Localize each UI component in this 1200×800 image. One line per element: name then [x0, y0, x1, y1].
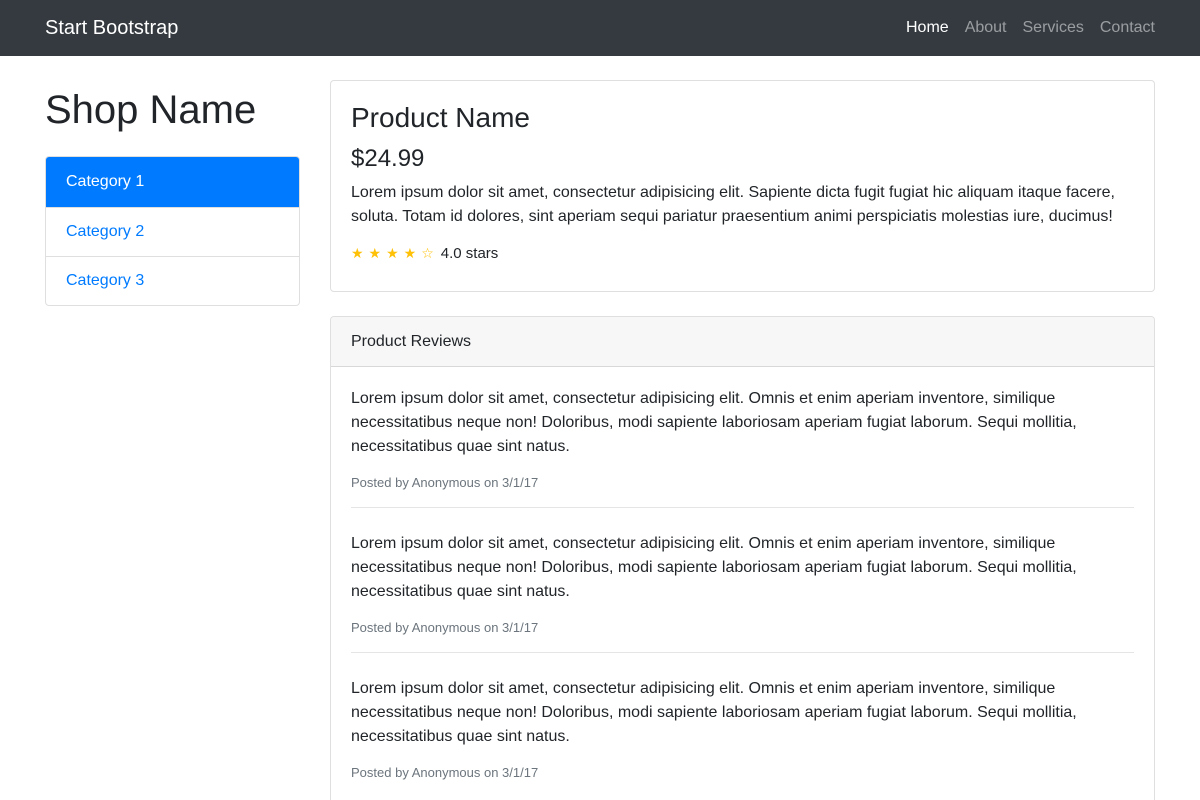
product-rating: ★★★★☆ 4.0 stars: [351, 245, 1134, 262]
review-divider: [351, 507, 1134, 508]
rating-label: 4.0 stars: [440, 245, 499, 263]
review-text: Lorem ipsum dolor sit amet, consectetur …: [351, 535, 1077, 600]
review-item: Lorem ipsum dolor sit amet, consectetur …: [351, 387, 1134, 532]
product-price: $24.99: [351, 144, 425, 172]
review-item: Lorem ipsum dolor sit amet, consectetur …: [351, 532, 1134, 677]
main-content: Product Name $24.99 Lorem ipsum dolor si…: [330, 80, 1155, 800]
category-item-2[interactable]: Category 2: [46, 207, 299, 256]
brand-link[interactable]: Start Bootstrap: [45, 17, 178, 40]
reviews-card: Product Reviews Lorem ipsum dolor sit am…: [330, 316, 1155, 800]
product-card: Product Name $24.99 Lorem ipsum dolor si…: [330, 80, 1155, 292]
nav-link-services[interactable]: Services: [1023, 19, 1084, 37]
review-item: Lorem ipsum dolor sit amet, consectetur …: [351, 677, 1134, 800]
sidebar: Shop Name Category 1 Category 2 Category…: [45, 80, 300, 800]
product-title: Product Name: [351, 102, 530, 133]
nav-link-contact[interactable]: Contact: [1100, 19, 1155, 37]
review-divider: [351, 652, 1134, 653]
nav-link-home[interactable]: Home: [906, 19, 949, 37]
product-description: Lorem ipsum dolor sit amet, consectetur …: [351, 184, 1115, 226]
category-item-3[interactable]: Category 3: [46, 256, 299, 305]
nav-link-about[interactable]: About: [965, 19, 1007, 37]
category-list: Category 1 Category 2 Category 3: [45, 156, 300, 306]
page-container: Shop Name Category 1 Category 2 Category…: [0, 56, 1200, 800]
review-text: Lorem ipsum dolor sit amet, consectetur …: [351, 680, 1077, 745]
nav-links: Home About Services Contact: [906, 19, 1155, 37]
review-text: Lorem ipsum dolor sit amet, consectetur …: [351, 390, 1077, 455]
top-navbar: Start Bootstrap Home About Services Cont…: [0, 0, 1200, 56]
review-meta: Posted by Anonymous on 3/1/17: [351, 620, 539, 635]
review-meta: Posted by Anonymous on 3/1/17: [351, 475, 539, 490]
rating-stars-icon: ★★★★☆: [351, 245, 439, 262]
reviews-body: Lorem ipsum dolor sit amet, consectetur …: [331, 367, 1154, 800]
shop-name-heading: Shop Name: [45, 88, 257, 132]
reviews-header: Product Reviews: [331, 317, 1154, 367]
category-item-1[interactable]: Category 1: [46, 157, 299, 207]
review-meta: Posted by Anonymous on 3/1/17: [351, 765, 539, 780]
